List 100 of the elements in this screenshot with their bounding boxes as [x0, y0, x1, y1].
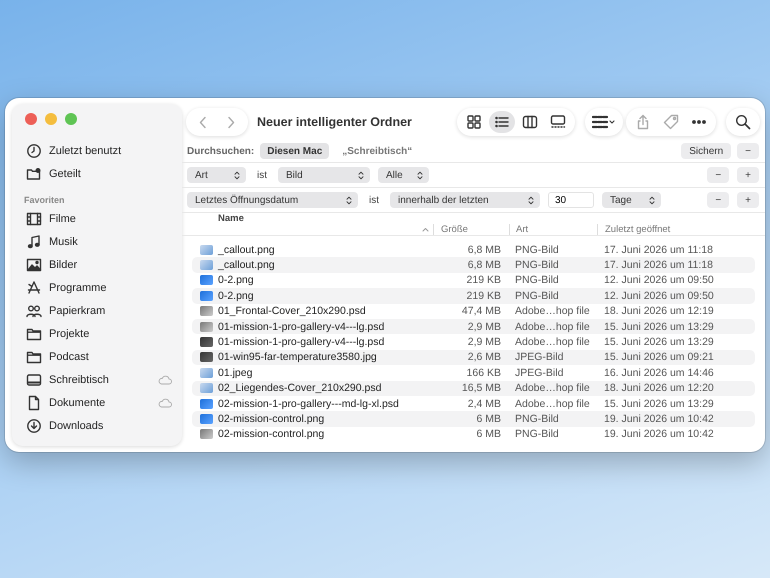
file-kind: PNG-Bild: [514, 244, 560, 256]
scope-label: Durchsuchen:: [187, 146, 254, 156]
file-size: 6 MB: [475, 428, 501, 440]
file-date: 17. Juni 2026 um 11:18: [604, 244, 714, 256]
file-size: 2,9 MB: [466, 336, 501, 348]
column-header[interactable]: Zuletzt geöffnet: [597, 224, 765, 235]
file-thumbnail-icon: [200, 322, 213, 332]
column-header[interactable]: Art: [509, 224, 604, 235]
shared-folder-icon: [26, 166, 42, 182]
file-row[interactable]: 01-mission-1-pro-gallery-v4---lg.psd 2,9 MB Adobe…hop file 15. Juni 2026 um 13:29: [192, 318, 755, 334]
file-date: 17. Juni 2026 um 11:18: [604, 259, 714, 272]
file-thumbnail-icon: [200, 368, 213, 378]
file-date: 12. Juni 2026 um 09:50: [604, 290, 715, 302]
file-size: 219 KB: [466, 290, 501, 302]
file-kind: PNG-Bild: [514, 290, 560, 302]
criterion-label: ist: [257, 170, 267, 180]
file-thumbnail-icon: [200, 244, 213, 255]
file-date: 19. Juni 2026 um 10:42: [604, 412, 715, 425]
sidebar-item[interactable]: Geteilt: [22, 162, 172, 185]
value-field[interactable]: 30: [548, 192, 594, 208]
remove-criterion-button[interactable]: −: [707, 167, 730, 183]
popup-menu[interactable]: Art: [187, 167, 246, 183]
popup-menu[interactable]: Letztes Öffnungsdatum: [187, 192, 358, 208]
file-thumbnail-icon: [200, 260, 213, 270]
sidebar-item[interactable]: Papierkram: [22, 299, 172, 322]
scope-option[interactable]: Diesen Mac: [260, 143, 330, 159]
list-view-button[interactable]: [489, 111, 515, 133]
file-size: 166 KB: [466, 366, 501, 379]
sidebar-item[interactable]: Downloads: [22, 414, 172, 437]
window-title: Neuer intelligenter Ordner: [257, 115, 413, 129]
criterion-label: ist: [369, 194, 379, 206]
file-size: 6 MB: [475, 412, 501, 425]
chevron-left-icon: [199, 116, 207, 128]
file-row[interactable]: 01_Frontal-Cover_210x290.psd 47,4 MB Adobe…hop file 18. Juni 2026 um 12:19: [192, 304, 755, 319]
file-name: 0-2.png: [218, 274, 255, 286]
list-icon: [494, 114, 510, 130]
app-letter-icon: [26, 280, 42, 296]
column-header[interactable]: Größe: [433, 224, 501, 235]
file-thumbnail-icon: [200, 383, 213, 394]
search-icon: [735, 114, 751, 130]
file-size: 2,6 MB: [466, 351, 501, 364]
file-thumbnail-icon: [200, 275, 213, 286]
file-thumbnail-icon: [200, 398, 213, 409]
file-row[interactable]: 02-mission-control.png 6 MB PNG-Bild 19. Juni 2026 um 10:42: [192, 411, 755, 427]
sidebar-item[interactable]: Filme: [22, 207, 172, 230]
file-row[interactable]: 0-2.png 219 KB PNG-Bild 12. Juni 2026 um 09:50: [192, 272, 755, 288]
close-button[interactable]: [25, 113, 37, 125]
file-kind: Adobe…hop file: [514, 305, 591, 318]
file-thumbnail-icon: [200, 429, 213, 440]
file-thumbnail-icon: [200, 290, 213, 301]
sidebar-item[interactable]: Programme: [22, 276, 172, 299]
file-name: 01-mission-1-pro-gallery-v4---lg.psd: [218, 336, 386, 348]
add-criterion-button[interactable]: +: [737, 167, 759, 183]
file-size: 6,8 MB: [466, 259, 501, 272]
file-kind: PNG-Bild: [514, 412, 560, 425]
remove-criterion-button[interactable]: −: [707, 192, 730, 208]
file-row[interactable]: 02-mission-control.png 6 MB PNG-Bild 19. Juni 2026 um 10:42: [192, 426, 755, 442]
popup-menu[interactable]: Tage: [602, 192, 661, 208]
file-kind: PNG-Bild: [514, 259, 560, 272]
popup-menu[interactable]: innerhalb der letzten: [390, 192, 540, 208]
file-row[interactable]: _callout.png 6,8 MB PNG-Bild 17. Juni 2026 um 11:18: [192, 242, 755, 258]
file-thumbnail-icon: [200, 414, 213, 424]
file-row[interactable]: 01.jpeg 166 KB JPEG-Bild 16. Juni 2026 um 14:46: [192, 365, 755, 381]
file-row[interactable]: 01-win95-far-temperature3580.jpg 2,6 MB JPEG-Bild 15. Juni 2026 um 09:21: [192, 350, 755, 366]
chevron-updown-icon: [649, 196, 655, 204]
add-criterion-button[interactable]: +: [737, 192, 759, 208]
file-size: 2,9 MB: [466, 320, 501, 333]
sidebar-item[interactable]: Zuletzt benutzt: [22, 139, 172, 162]
file-row[interactable]: 0-2.png 219 KB PNG-Bild 12. Juni 2026 um 09:50: [192, 288, 755, 304]
chevron-updown-icon: [346, 196, 352, 204]
document-icon: [26, 394, 42, 410]
clock-icon: [26, 142, 42, 158]
share-icon: [635, 114, 651, 130]
sidebar-item[interactable]: Bilder: [22, 253, 172, 276]
chevron-updown-icon: [234, 170, 240, 180]
scope-option[interactable]: „Schreibtisch“: [335, 143, 420, 159]
file-row[interactable]: 01-mission-1-pro-gallery-v4---lg.psd 2,9 MB Adobe…hop file 15. Juni 2026 um 13:29: [192, 334, 755, 350]
file-date: 15. Juni 2026 um 13:29: [604, 336, 715, 348]
sidebar-item[interactable]: Musik: [22, 230, 172, 253]
file-name: _callout.png: [218, 259, 276, 272]
sidebar-item[interactable]: Podcast: [22, 345, 172, 368]
sidebar-item[interactable]: Projekte: [22, 322, 172, 345]
file-row[interactable]: 02-mission-1-pro-gallery---md-lg-xl.psd 2,4 MB Adobe…hop file 15. Juni 2026 um 13:29: [192, 396, 755, 412]
file-date: 18. Juni 2026 um 12:19: [604, 305, 715, 318]
file-date: 18. Juni 2026 um 12:20: [604, 382, 715, 394]
save-button[interactable]: Sichern: [681, 143, 732, 159]
music-note-icon: [26, 234, 42, 250]
sidebar-item[interactable]: Schreibtisch: [22, 368, 172, 391]
file-row[interactable]: 02_Liegendes-Cover_210x290.psd 16,5 MB Adobe…hop file 18. Juni 2026 um 12:20: [192, 380, 755, 396]
popup-menu[interactable]: Alle: [378, 167, 429, 183]
popup-menu[interactable]: Bild: [278, 167, 370, 183]
remove-button[interactable]: −: [737, 143, 759, 159]
file-kind: JPEG-Bild: [514, 366, 564, 379]
file-kind: Adobe…hop file: [514, 382, 591, 394]
film-icon: [26, 210, 42, 226]
sidebar-item[interactable]: Dokumente: [22, 391, 172, 414]
file-row[interactable]: _callout.png 6,8 MB PNG-Bild 17. Juni 2026 um 11:18: [192, 257, 755, 273]
column-header[interactable]: Name: [218, 213, 433, 224]
file-name: 02-mission-control.png: [218, 428, 326, 440]
chevron-right-icon: [227, 116, 235, 128]
